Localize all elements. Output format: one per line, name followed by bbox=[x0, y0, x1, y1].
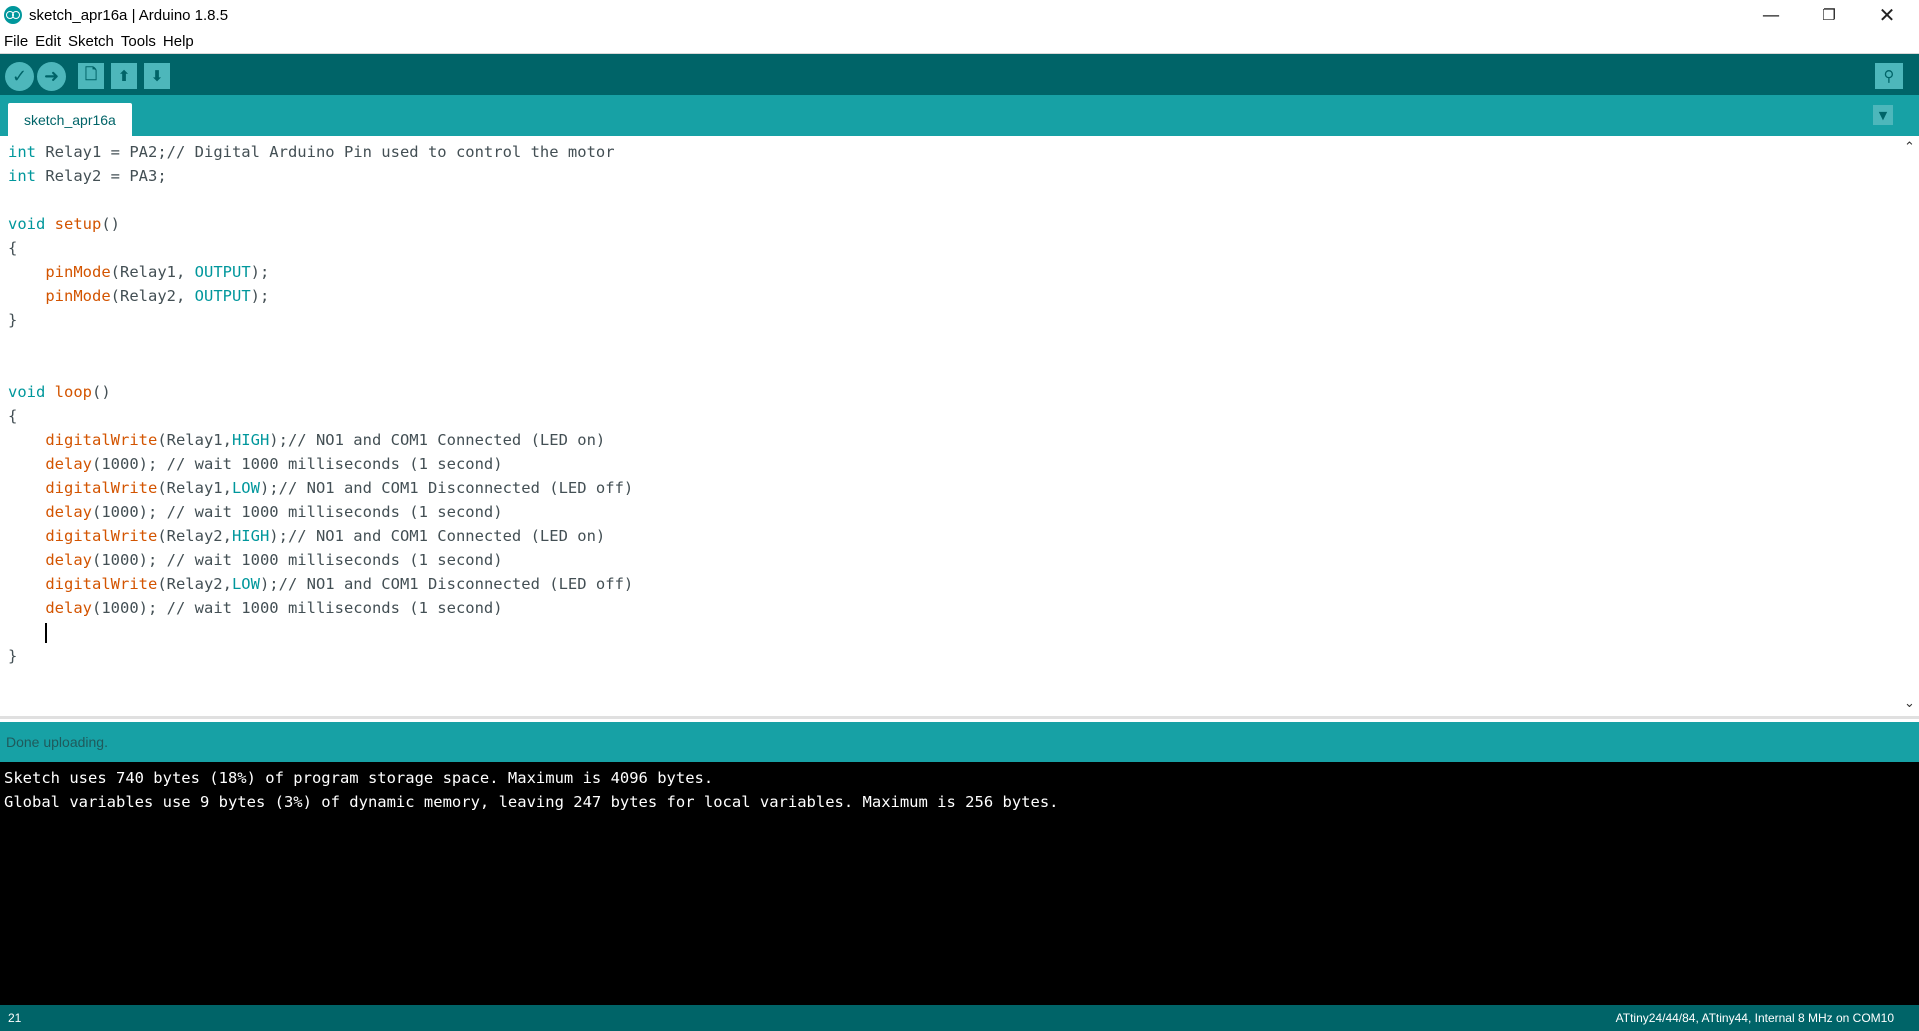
serial-monitor-button[interactable]: ⚲ bbox=[1875, 63, 1903, 89]
code-line[interactable]: digitalWrite(Relay1,LOW);// NO1 and COM1… bbox=[8, 476, 1888, 500]
scroll-down-icon[interactable]: ⌄ bbox=[1900, 694, 1919, 712]
menu-bar: File Edit Sketch Tools Help bbox=[0, 30, 1919, 54]
footer-bar: 21 ATtiny24/44/84, ATtiny44, Internal 8 … bbox=[0, 1005, 1919, 1031]
code-line[interactable]: pinMode(Relay1, OUTPUT); bbox=[8, 260, 1888, 284]
status-message: Done uploading. bbox=[0, 722, 1919, 762]
code-line[interactable]: delay(1000); // wait 1000 milliseconds (… bbox=[8, 500, 1888, 524]
code-line[interactable]: digitalWrite(Relay2,LOW);// NO1 and COM1… bbox=[8, 572, 1888, 596]
code-editor[interactable]: int Relay1 = PA2;// Digital Arduino Pin … bbox=[0, 136, 1919, 719]
save-sketch-button[interactable]: ⬇ bbox=[144, 63, 170, 89]
text-cursor bbox=[45, 622, 48, 643]
window-title: sketch_apr16a | Arduino 1.8.5 bbox=[29, 6, 229, 24]
toolbar: ✓ ➜ 🗋 ⬆ ⬇ ⚲ bbox=[0, 54, 1919, 95]
new-sketch-button[interactable]: 🗋 bbox=[78, 63, 104, 89]
code-line[interactable] bbox=[8, 188, 1888, 212]
code-line[interactable]: } bbox=[8, 308, 1888, 332]
code-line[interactable]: delay(1000); // wait 1000 milliseconds (… bbox=[8, 596, 1888, 620]
console-line: Global variables use 9 bytes (3%) of dyn… bbox=[4, 793, 1059, 811]
menu-file[interactable]: File bbox=[4, 33, 28, 50]
code-line[interactable] bbox=[8, 332, 1888, 356]
code-line[interactable]: int Relay2 = PA3; bbox=[8, 164, 1888, 188]
menu-edit[interactable]: Edit bbox=[35, 33, 61, 50]
tab-menu-button[interactable]: ▼ bbox=[1873, 105, 1893, 125]
close-window-button[interactable]: ✕ bbox=[1858, 0, 1916, 30]
board-info: ATtiny24/44/84, ATtiny44, Internal 8 MHz… bbox=[1615, 1011, 1894, 1025]
minimize-button[interactable]: — bbox=[1742, 0, 1800, 30]
restore-button[interactable]: ❐ bbox=[1800, 0, 1858, 30]
tab-bar: sketch_apr16a ▼ bbox=[0, 95, 1919, 136]
menu-tools[interactable]: Tools bbox=[121, 33, 156, 50]
title-bar: sketch_apr16a | Arduino 1.8.5 — ❐ ✕ bbox=[0, 0, 1919, 30]
menu-sketch[interactable]: Sketch bbox=[68, 33, 114, 50]
scroll-up-icon[interactable]: ⌃ bbox=[1900, 138, 1919, 156]
code-line[interactable]: delay(1000); // wait 1000 milliseconds (… bbox=[8, 452, 1888, 476]
output-console[interactable]: Sketch uses 740 bytes (18%) of program s… bbox=[0, 762, 1919, 1005]
console-line: Sketch uses 740 bytes (18%) of program s… bbox=[4, 769, 714, 787]
code-line[interactable]: delay(1000); // wait 1000 milliseconds (… bbox=[8, 548, 1888, 572]
code-line[interactable] bbox=[8, 620, 1888, 644]
code-line[interactable]: pinMode(Relay2, OUTPUT); bbox=[8, 284, 1888, 308]
code-line[interactable]: { bbox=[8, 404, 1888, 428]
editor-scrollbar[interactable]: ⌃ ⌄ bbox=[1900, 136, 1919, 716]
upload-button[interactable]: ➜ bbox=[37, 62, 66, 91]
arduino-logo-icon bbox=[4, 6, 22, 24]
line-number: 21 bbox=[8, 1011, 22, 1025]
code-line[interactable]: } bbox=[8, 644, 1888, 668]
verify-button[interactable]: ✓ bbox=[5, 62, 34, 91]
code-line[interactable]: { bbox=[8, 236, 1888, 260]
code-line[interactable]: void setup() bbox=[8, 212, 1888, 236]
open-sketch-button[interactable]: ⬆ bbox=[111, 63, 137, 89]
code-line[interactable]: digitalWrite(Relay1,HIGH);// NO1 and COM… bbox=[8, 428, 1888, 452]
tab-sketch[interactable]: sketch_apr16a bbox=[8, 103, 132, 136]
code-line[interactable]: void loop() bbox=[8, 380, 1888, 404]
code-line[interactable] bbox=[8, 356, 1888, 380]
code-line[interactable]: digitalWrite(Relay2,HIGH);// NO1 and COM… bbox=[8, 524, 1888, 548]
menu-help[interactable]: Help bbox=[163, 33, 194, 50]
code-line[interactable]: int Relay1 = PA2;// Digital Arduino Pin … bbox=[8, 140, 1888, 164]
code-area[interactable]: int Relay1 = PA2;// Digital Arduino Pin … bbox=[8, 140, 1888, 710]
